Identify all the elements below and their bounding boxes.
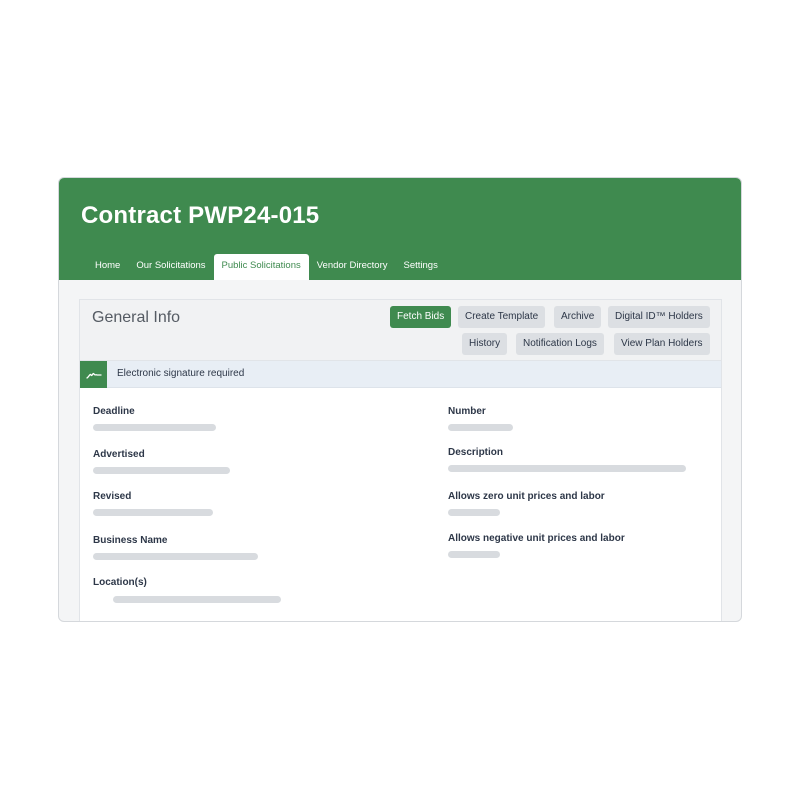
advertised-value-placeholder bbox=[93, 467, 230, 474]
number-label: Number bbox=[448, 406, 486, 417]
tab-our-solicitations[interactable]: Our Solicitations bbox=[128, 254, 213, 280]
signature-notice: Electronic signature required bbox=[80, 361, 721, 388]
general-info-panel: General Info Fetch Bids Create Template … bbox=[79, 299, 722, 621]
revised-value-placeholder bbox=[93, 509, 213, 516]
create-template-button[interactable]: Create Template bbox=[458, 306, 546, 328]
history-button[interactable]: History bbox=[462, 333, 508, 355]
allows-zero-unit-prices-value-placeholder bbox=[448, 509, 500, 516]
deadline-label: Deadline bbox=[93, 406, 135, 417]
view-plan-holders-button[interactable]: View Plan Holders bbox=[614, 333, 710, 355]
notice-text: Electronic signature required bbox=[117, 368, 245, 379]
page-title: Contract PWP24-015 bbox=[81, 202, 320, 229]
business-name-label: Business Name bbox=[93, 535, 168, 546]
advertised-label: Advertised bbox=[93, 449, 145, 460]
digital-id-holders-button[interactable]: Digital ID™ Holders bbox=[608, 306, 710, 328]
panel-title: General Info bbox=[92, 309, 181, 326]
signature-icon bbox=[80, 361, 107, 388]
locations-value-placeholder bbox=[113, 596, 281, 603]
allows-zero-unit-prices-label: Allows zero unit prices and labor bbox=[448, 491, 605, 502]
tab-settings[interactable]: Settings bbox=[396, 254, 446, 280]
number-value-placeholder bbox=[448, 424, 513, 431]
locations-label: Location(s) bbox=[93, 577, 147, 588]
description-value-placeholder bbox=[448, 465, 686, 472]
allows-negative-unit-prices-label: Allows negative unit prices and labor bbox=[448, 533, 625, 544]
tab-home[interactable]: Home bbox=[87, 254, 128, 280]
fetch-bids-button[interactable]: Fetch Bids bbox=[390, 306, 452, 328]
allows-negative-unit-prices-value-placeholder bbox=[448, 551, 500, 558]
business-name-value-placeholder bbox=[93, 553, 258, 560]
archive-button[interactable]: Archive bbox=[554, 306, 602, 328]
tab-vendor-directory[interactable]: Vendor Directory bbox=[309, 254, 396, 280]
description-label: Description bbox=[448, 447, 504, 458]
notification-logs-button[interactable]: Notification Logs bbox=[516, 333, 604, 355]
app-window: Contract PWP24-015 Home Our Solicitation… bbox=[58, 177, 742, 622]
revised-label: Revised bbox=[93, 491, 132, 502]
nav-tabs: Home Our Solicitations Public Solicitati… bbox=[87, 254, 446, 280]
deadline-value-placeholder bbox=[93, 424, 216, 431]
panel-header: General Info Fetch Bids Create Template … bbox=[80, 300, 721, 361]
header-bar: Contract PWP24-015 Home Our Solicitation… bbox=[59, 178, 741, 280]
tab-public-solicitations[interactable]: Public Solicitations bbox=[213, 254, 309, 280]
